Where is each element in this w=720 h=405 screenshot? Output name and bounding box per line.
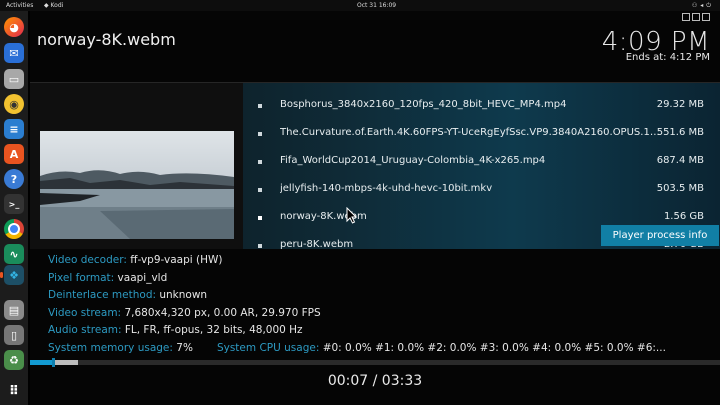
list-item[interactable]: jellyfish-140-mbps-4k-uhd-hevc-10bit.mkv…	[243, 176, 720, 204]
active-indicator	[0, 272, 3, 278]
bullet-icon	[258, 104, 262, 108]
power-icon: ⏻	[706, 2, 714, 9]
info-audio-stream: Audio stream: FL, FR, ff-opus, 32 bits, …	[48, 324, 303, 336]
clock-button[interactable]: Oct 31 16:09	[357, 0, 396, 11]
file-name: Fifa_WorldCup2014_Uruguay-Colombia_4K-x2…	[280, 155, 546, 166]
list-item[interactable]: Bosphorus_3840x2160_120fps_420_8bit_HEVC…	[243, 92, 720, 120]
window-controls	[682, 13, 710, 21]
close-icon[interactable]	[702, 13, 710, 21]
bullet-icon	[258, 244, 262, 248]
usb-drive-icon[interactable]: ▯	[4, 325, 24, 345]
played-fill	[30, 360, 53, 365]
top-bar: Activities ◆ Kodi Oct 31 16:09 ⚇◂⏻	[0, 0, 720, 11]
ubuntu-software-icon[interactable]: A	[4, 144, 24, 164]
info-system-usage: System memory usage: 7% System CPU usage:…	[48, 341, 666, 354]
page-title: norway-8K.webm	[37, 30, 176, 49]
rhythmbox-icon[interactable]: ◉	[4, 94, 24, 114]
network-icon: ⚇	[691, 2, 701, 9]
file-name: norway-8K.webm	[280, 211, 367, 222]
disk-icon[interactable]: ▤	[4, 300, 24, 320]
chrome-icon[interactable]	[4, 219, 24, 239]
file-size: 551.6 MB	[656, 127, 704, 138]
system-tray[interactable]: ⚇◂⏻	[692, 0, 714, 11]
maximize-icon[interactable]	[692, 13, 700, 21]
list-item[interactable]: Fifa_WorldCup2014_Uruguay-Colombia_4K-x2…	[243, 148, 720, 176]
file-size: 1.56 GB	[663, 211, 704, 222]
seek-bar[interactable]	[30, 358, 720, 367]
bullet-icon	[258, 216, 262, 220]
info-decoder: Video decoder: ff-vp9-vaapi (HW)	[48, 254, 223, 266]
list-item[interactable]: The.Curvature.of.Earth.4K.60FPS-YT-UceRg…	[243, 120, 720, 148]
trash-icon[interactable]: ♻	[4, 350, 24, 370]
bullet-icon	[258, 160, 262, 164]
info-pixel-format: Pixel format: vaapi_vld	[48, 271, 168, 284]
help-icon[interactable]: ?	[4, 169, 24, 189]
show-applications-icon[interactable]: ⠿	[4, 381, 24, 401]
preview-pane	[30, 83, 243, 249]
kodi-window: norway-8K.webm 4:09 PM Ends at: 4:12 PM	[30, 11, 720, 405]
minimize-icon[interactable]	[682, 13, 690, 21]
system-monitor-icon[interactable]: ∿	[4, 244, 24, 264]
player-process-info-button[interactable]: Player process info	[601, 225, 719, 246]
thunderbird-icon[interactable]: ✉	[4, 43, 24, 63]
ends-at: Ends at: 4:12 PM	[625, 52, 710, 63]
process-info-panel: Video decoder: ff-vp9-vaapi (HW) Pixel f…	[48, 254, 666, 359]
file-size: 503.5 MB	[656, 183, 704, 194]
activities-button[interactable]: Activities	[6, 0, 33, 11]
file-name: The.Curvature.of.Earth.4K.60FPS-YT-UceRg…	[280, 127, 660, 138]
file-name: Bosphorus_3840x2160_120fps_420_8bit_HEVC…	[280, 99, 567, 110]
bullet-icon	[258, 188, 262, 192]
file-size: 687.4 MB	[656, 155, 704, 166]
app-menu[interactable]: ◆ Kodi	[44, 0, 63, 11]
file-name: jellyfish-140-mbps-4k-uhd-hevc-10bit.mkv	[280, 183, 493, 194]
firefox-icon[interactable]: ◕	[4, 17, 24, 37]
info-deinterlace: Deinterlace method: unknown	[48, 289, 208, 301]
video-thumbnail	[40, 131, 234, 239]
files-icon[interactable]: ▭	[4, 69, 24, 89]
app-name: Kodi	[50, 2, 64, 9]
info-video-stream: Video stream: 7,680x4,320 px, 0.00 AR, 2…	[48, 306, 321, 319]
mouse-cursor-icon	[346, 206, 358, 228]
seek-handle[interactable]	[51, 358, 55, 367]
elapsed-time: 00:07 / 03:33	[327, 373, 423, 389]
libreoffice-writer-icon[interactable]: ≡	[4, 119, 24, 139]
dock: ◕ ✉ ▭ ◉ ≡ A ? >_ ∿ ❖ ▤ ▯ ♻ ⠿	[0, 11, 28, 405]
kodi-icon[interactable]: ❖	[4, 265, 24, 285]
terminal-icon[interactable]: >_	[4, 194, 24, 214]
file-size: 29.32 MB	[656, 99, 704, 110]
bullet-icon	[258, 132, 262, 136]
